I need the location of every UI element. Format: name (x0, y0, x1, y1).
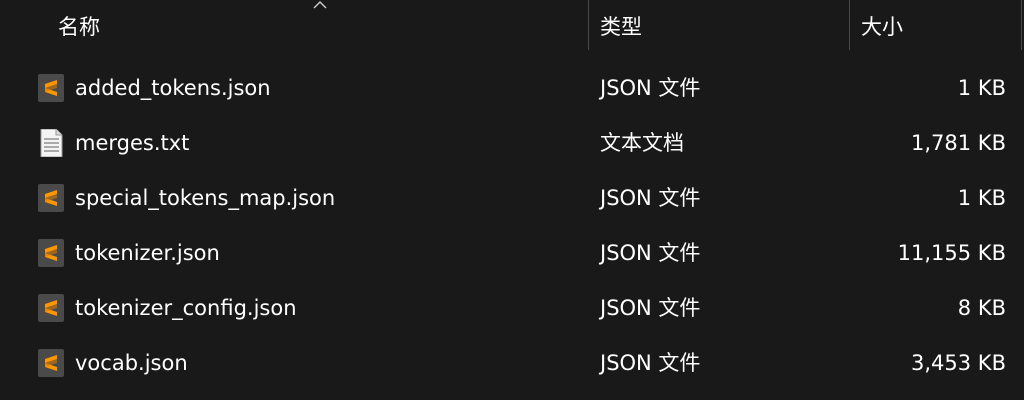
file-name: added_tokens.json (75, 76, 271, 100)
file-size: 11,155 KB (897, 241, 1006, 265)
sublime-text-icon (38, 74, 64, 102)
column-divider[interactable] (849, 0, 850, 50)
file-size: 1 KB (957, 76, 1006, 100)
sublime-text-icon (38, 239, 64, 267)
column-divider[interactable] (588, 0, 589, 50)
sublime-text-icon (38, 349, 64, 377)
file-type: 文本文档 (600, 131, 684, 155)
column-header-type[interactable]: 类型 (600, 12, 642, 42)
file-row[interactable]: tokenizer.json JSON 文件 11,155 KB (0, 225, 1024, 280)
file-name: tokenizer.json (75, 241, 220, 265)
column-header-size[interactable]: 大小 (861, 12, 903, 42)
file-row[interactable]: merges.txt 文本文档 1,781 KB (0, 115, 1024, 170)
file-name: special_tokens_map.json (75, 186, 336, 210)
text-document-icon (40, 129, 63, 157)
file-size: 1,781 KB (911, 131, 1006, 155)
sublime-text-icon (38, 184, 64, 212)
file-name: tokenizer_config.json (75, 296, 297, 320)
file-size: 3,453 KB (911, 351, 1006, 375)
file-row[interactable]: added_tokens.json JSON 文件 1 KB (0, 60, 1024, 115)
file-size: 8 KB (957, 296, 1006, 320)
file-name: vocab.json (75, 351, 188, 375)
file-row[interactable]: tokenizer_config.json JSON 文件 8 KB (0, 280, 1024, 335)
file-type: JSON 文件 (600, 351, 701, 375)
file-type: JSON 文件 (600, 76, 701, 100)
file-size: 1 KB (957, 186, 1006, 210)
file-name: merges.txt (75, 131, 190, 155)
file-type: JSON 文件 (600, 186, 701, 210)
chevron-up-icon (313, 1, 327, 9)
file-type: JSON 文件 (600, 296, 701, 320)
column-header-name[interactable]: 名称 (58, 12, 100, 42)
file-row[interactable]: special_tokens_map.json JSON 文件 1 KB (0, 170, 1024, 225)
sublime-text-icon (38, 294, 64, 322)
file-row[interactable]: vocab.json JSON 文件 3,453 KB (0, 335, 1024, 390)
file-type: JSON 文件 (600, 241, 701, 265)
column-header-bar: 名称 类型 大小 (0, 0, 1024, 50)
column-divider[interactable] (1021, 0, 1022, 50)
